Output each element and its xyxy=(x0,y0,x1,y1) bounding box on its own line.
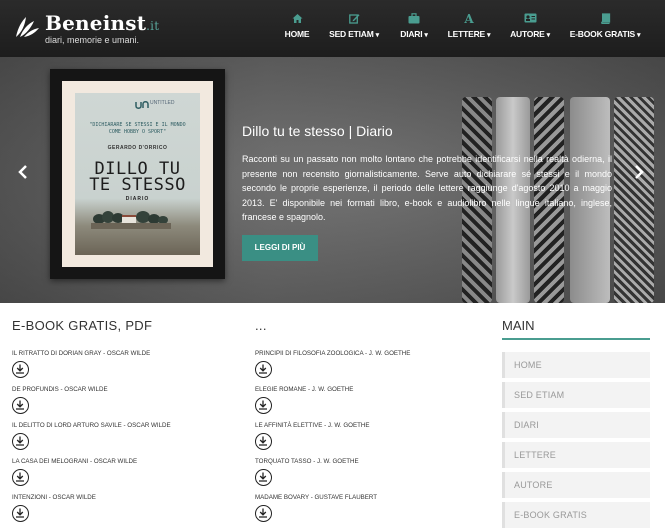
cover-title-line: TE STESSO xyxy=(89,175,186,195)
download-icon[interactable] xyxy=(12,469,29,486)
nav-lettere-label: LETTERE ▾ xyxy=(447,29,491,39)
ebook-item: IL RITRATTO DI DORIAN GRAY - OSCAR WILDE xyxy=(12,350,242,386)
cover-title: DILLO TU TE STESSO xyxy=(75,161,200,195)
nav-home[interactable]: HOME xyxy=(278,0,316,57)
logo-leaves-icon xyxy=(16,17,39,37)
hero-slider: UNTITLED "DICHIARARE SE STESSI E IL MOND… xyxy=(0,57,665,303)
ebook-section-title-2: ... xyxy=(255,318,267,333)
nav-lettere[interactable]: A LETTERE ▾ xyxy=(446,0,492,57)
ebook-item: PRINCIPII DI FILOSOFIA ZOOLOGICA - J. W.… xyxy=(255,350,485,386)
ebook-title-link[interactable]: LA CASA DEI MELOGRANI - OSCAR WILDE xyxy=(12,458,137,465)
read-more-button[interactable]: LEGGI DI PIÙ xyxy=(242,235,318,261)
font-icon: A xyxy=(464,12,474,26)
decor-book-spine xyxy=(614,97,654,303)
sidebar-item-label: DIARI xyxy=(514,420,540,430)
download-icon[interactable] xyxy=(255,397,272,414)
slider-prev-button[interactable] xyxy=(12,162,34,184)
download-icon[interactable] xyxy=(255,433,272,450)
book-cover-frame[interactable]: UNTITLED "DICHIARARE SE STESSI E IL MOND… xyxy=(50,69,225,279)
ebook-title-link[interactable]: IL RITRATTO DI DORIAN GRAY - OSCAR WILDE xyxy=(12,350,150,357)
nav-sed-etiam-label: SED ETIAM ▾ xyxy=(329,29,379,39)
publisher-logo-icon xyxy=(135,101,149,109)
book-cover-mat: UNTITLED "DICHIARARE SE STESSI E IL MOND… xyxy=(62,81,213,267)
ebook-item: IL DELITTO DI LORD ARTURO SAVILE - OSCAR… xyxy=(12,422,242,458)
id-card-icon xyxy=(507,13,553,25)
sidebar-item-label: AUTORE xyxy=(514,480,553,490)
cover-landscape-image xyxy=(91,211,171,229)
site-logo[interactable]: Beneinst.it diari, memorie e umani. xyxy=(14,11,159,47)
nav-diari[interactable]: DIARI ▾ xyxy=(394,0,434,57)
ebook-item: INTENZIONI - OSCAR WILDE xyxy=(12,494,242,530)
sidebar-item[interactable]: E-BOOK GRATIS xyxy=(502,502,650,528)
book-cover: UNTITLED "DICHIARARE SE STESSI E IL MOND… xyxy=(75,93,200,255)
cover-author: GERARDO D'ORRICO xyxy=(107,145,168,151)
ebook-item: LA CASA DEI MELOGRANI - OSCAR WILDE xyxy=(12,458,242,494)
ebook-title-link[interactable]: IL DELITTO DI LORD ARTURO SAVILE - OSCAR… xyxy=(12,422,171,429)
nav-ebook-gratis[interactable]: E-BOOK GRATIS ▾ xyxy=(568,0,642,57)
ebook-title-link[interactable]: LE AFFINITÀ ELETTIVE - J. W. GOETHE xyxy=(255,422,370,429)
edit-icon xyxy=(326,13,382,25)
cover-subtitle: DIARIO xyxy=(125,196,150,202)
sidebar-item-label: HOME xyxy=(514,360,542,370)
nav-ebook-gratis-label: E-BOOK GRATIS ▾ xyxy=(569,29,641,39)
sidebar-item-label: LETTERE xyxy=(514,450,556,460)
download-icon[interactable] xyxy=(255,505,272,522)
cover-publisher: UNTITLED xyxy=(150,100,175,106)
slider-next-button[interactable] xyxy=(628,162,650,184)
download-icon[interactable] xyxy=(255,361,272,378)
nav-autore-label: AUTORE ▾ xyxy=(510,29,550,39)
ebook-title-link[interactable]: TORQUATO TASSO - J. W. GOETHE xyxy=(255,458,359,465)
ebook-title-link[interactable]: PRINCIPII DI FILOSOFIA ZOOLOGICA - J. W.… xyxy=(255,350,410,357)
nav-home-label: HOME xyxy=(284,29,310,39)
ebook-section-title: E-BOOK GRATIS, PDF xyxy=(12,318,153,333)
sidebar-title-underline xyxy=(502,338,650,340)
home-icon xyxy=(278,13,316,25)
ebook-item: ELEGIE ROMANE - J. W. GOETHE xyxy=(255,386,485,422)
logo-tagline: diari, memorie e umani. xyxy=(45,35,140,45)
download-icon[interactable] xyxy=(12,433,29,450)
ebook-item: MADAME BOVARY - GUSTAVE FLAUBERT xyxy=(255,494,485,530)
nav-autore[interactable]: AUTORE ▾ xyxy=(507,0,553,57)
ebook-item: LE AFFINITÀ ELETTIVE - J. W. GOETHE xyxy=(255,422,485,458)
ebook-item: DE PROFUNDIS - OSCAR WILDE xyxy=(12,386,242,422)
slide-description: Racconti su un passato non molto lontano… xyxy=(242,154,612,222)
sidebar-item[interactable]: SED ETIAM xyxy=(502,382,650,408)
logo-title: Beneinst.it xyxy=(45,11,160,35)
briefcase-icon xyxy=(394,13,434,25)
ebook-title-link[interactable]: DE PROFUNDIS - OSCAR WILDE xyxy=(12,386,108,393)
ebook-title-link[interactable]: ELEGIE ROMANE - J. W. GOETHE xyxy=(255,386,353,393)
download-icon[interactable] xyxy=(12,505,29,522)
slide-title[interactable]: Dillo tu te stesso | Diario xyxy=(242,123,393,139)
sidebar-item-label: SED ETIAM xyxy=(514,390,565,400)
sidebar-title: MAIN xyxy=(502,318,535,333)
sidebar-item[interactable]: AUTORE xyxy=(502,472,650,498)
site-header: Beneinst.it diari, memorie e umani. HOME… xyxy=(0,0,665,57)
download-icon[interactable] xyxy=(12,397,29,414)
cover-quote: "DICHIARARE SE STESSI E IL MONDO COME HO… xyxy=(89,122,186,135)
chevron-left-icon xyxy=(18,165,27,179)
download-icon[interactable] xyxy=(255,469,272,486)
sidebar-item[interactable]: HOME xyxy=(502,352,650,378)
book-icon xyxy=(568,13,642,25)
nav-diari-label: DIARI ▾ xyxy=(400,29,428,39)
sidebar-item-label: E-BOOK GRATIS xyxy=(514,510,587,520)
chevron-right-icon xyxy=(635,165,644,179)
ebook-item: TORQUATO TASSO - J. W. GOETHE xyxy=(255,458,485,494)
nav-sed-etiam[interactable]: SED ETIAM ▾ xyxy=(326,0,382,57)
sidebar-item[interactable]: LETTERE xyxy=(502,442,650,468)
sidebar-item[interactable]: DIARI xyxy=(502,412,650,438)
download-icon[interactable] xyxy=(12,361,29,378)
